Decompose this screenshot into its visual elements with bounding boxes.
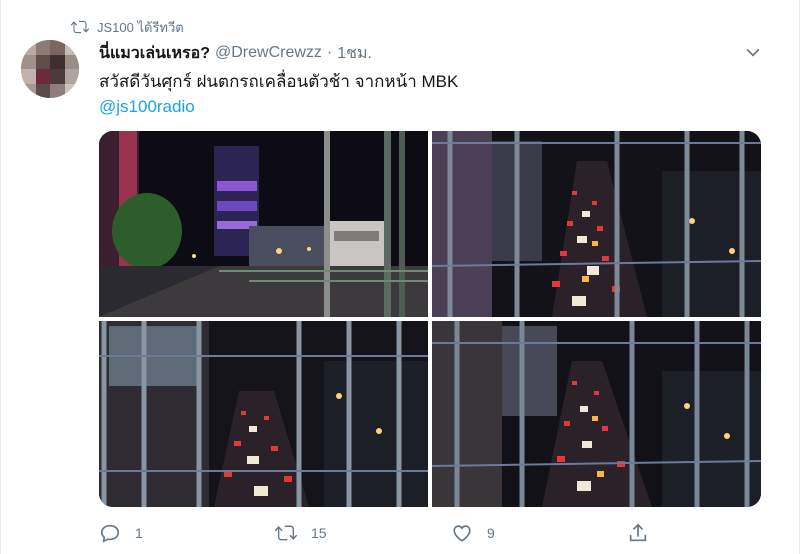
tweet-actions: 1 15 9 xyxy=(99,518,659,548)
tweet-card: JS100 ได้รีทวีต นี่แมวเล่นเหรอ? @DrewCre… xyxy=(0,0,800,554)
retweet-icon xyxy=(275,525,297,541)
reply-button[interactable]: 1 xyxy=(99,522,143,544)
like-count: 9 xyxy=(487,525,495,541)
reply-count: 1 xyxy=(135,525,143,541)
photo-4[interactable] xyxy=(432,321,761,507)
retweet-button[interactable]: 15 xyxy=(275,522,327,544)
tweet-header: นี่แมวเล่นเหรอ? @DrewCrewzz · 1ชม. xyxy=(99,40,372,66)
media-grid xyxy=(99,131,761,507)
tweet-text: สวัสดีวันศุกร์ ฝนตกรถเคลื่อนตัวช้า จากหน… xyxy=(99,72,459,91)
photo-1[interactable] xyxy=(99,131,428,317)
photo-3[interactable] xyxy=(99,321,428,507)
like-button[interactable]: 9 xyxy=(451,522,495,544)
retweet-label: JS100 ได้รีทวีต xyxy=(97,19,184,35)
photo-2[interactable] xyxy=(432,131,761,317)
display-name[interactable]: นี่แมวเล่นเหรอ? xyxy=(99,41,210,66)
heart-icon xyxy=(453,525,471,542)
avatar[interactable] xyxy=(21,40,79,98)
chevron-down-icon[interactable] xyxy=(743,42,763,62)
share-button[interactable] xyxy=(627,522,663,544)
timestamp[interactable]: 1ชม. xyxy=(337,41,372,66)
retweet-count: 15 xyxy=(311,525,327,541)
mention-link[interactable]: @js100radio xyxy=(99,95,195,119)
retweet-context[interactable]: JS100 ได้รีทวีต xyxy=(71,16,184,38)
user-handle[interactable]: @DrewCrewzz xyxy=(215,44,322,62)
share-icon xyxy=(629,523,647,542)
reply-icon xyxy=(100,524,120,543)
separator-dot: · xyxy=(326,44,333,61)
retweet-icon xyxy=(71,20,89,34)
